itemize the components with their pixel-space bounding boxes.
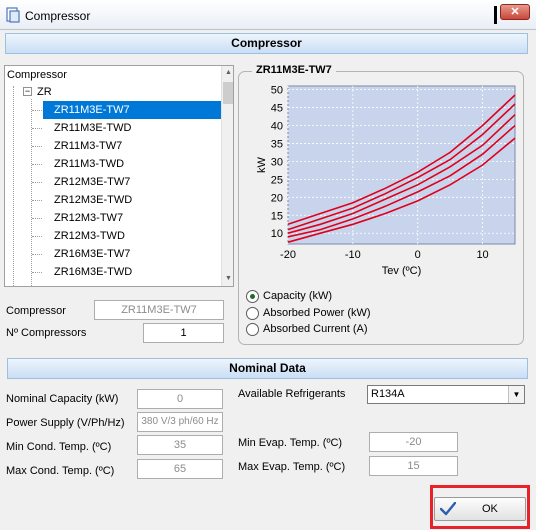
tree-line: [32, 146, 42, 147]
x-tick-label: 10: [476, 249, 488, 261]
refrigerants-label: Available Refrigerants: [238, 388, 346, 400]
tree-line: [32, 128, 42, 129]
chart-group-title: ZR11M3E-TW7: [252, 64, 336, 76]
min-evap-field: -20: [369, 432, 458, 452]
tree-line: [13, 86, 14, 286]
max-evap-label: Max Evap. Temp. (ºC): [238, 461, 346, 473]
tree-item[interactable]: ZR11M3-TW7: [43, 137, 221, 155]
tree-line: [32, 164, 42, 165]
radio-capacity-label[interactable]: Capacity (kW): [263, 290, 332, 302]
tree-item[interactable]: ZR11M3E-TW7: [43, 101, 221, 119]
x-tick-label: -10: [345, 249, 361, 261]
y-tick-label: 10: [271, 228, 283, 240]
x-axis-label: Tev (ºC): [382, 265, 421, 277]
power-supply-label: Power Supply (V/Ph/Hz): [6, 417, 125, 429]
min-cond-label: Min Cond. Temp. (ºC): [6, 441, 112, 453]
compressor-section-header: Compressor: [5, 33, 528, 54]
y-tick-label: 35: [271, 138, 283, 150]
y-axis-label: kW: [256, 156, 268, 173]
radio-circle[interactable]: [246, 323, 259, 336]
y-tick-label: 45: [271, 103, 283, 115]
radio-selected-dot: [250, 294, 255, 299]
tree-root[interactable]: Compressor: [7, 66, 67, 84]
n-compressors-field[interactable]: 1: [143, 323, 224, 343]
tree-item[interactable]: ZR12M3-TWD: [43, 227, 221, 245]
tree-line: [32, 218, 42, 219]
title-bar-marker: [494, 6, 497, 24]
tree-group-zr[interactable]: ZR: [37, 83, 52, 101]
compressor-label: Compressor: [6, 305, 66, 317]
tree-item[interactable]: ZR12M3-TW7: [43, 209, 221, 227]
tree-item[interactable]: ZR12M3E-TW7: [43, 173, 221, 191]
min-cond-field: 35: [137, 435, 223, 455]
plot-area: [287, 85, 516, 245]
y-tick-label: 50: [271, 85, 283, 97]
x-tick-label: -20: [280, 249, 296, 261]
capacity-chart: 10 15 20 25 30 35 40 45 50 -20 -10 0 10 Tev (ºC) kW: [256, 85, 516, 277]
n-compressors-label: Nº Compressors: [6, 327, 87, 339]
collapse-icon[interactable]: −: [23, 87, 32, 96]
y-tick-label: 40: [271, 121, 283, 133]
ok-label: OK: [482, 503, 498, 515]
radio-absorbed-power-label[interactable]: Absorbed Power (kW): [263, 307, 371, 319]
tree-item[interactable]: ZR11M3-TWD: [43, 155, 221, 173]
max-evap-field: 15: [369, 456, 458, 476]
app-icon: [6, 7, 20, 23]
tree-item[interactable]: ZR11M3E-TWD: [43, 119, 221, 137]
close-button[interactable]: ✕: [500, 4, 530, 20]
tree-line: [32, 236, 42, 237]
window-title: Compressor: [25, 9, 91, 23]
compressor-field: ZR11M3E-TW7: [94, 300, 224, 320]
ok-button[interactable]: OK: [434, 497, 526, 521]
y-tick-label: 30: [271, 156, 283, 168]
tree-line: [32, 200, 42, 201]
y-tick-label: 25: [271, 174, 283, 186]
checkmark-icon: [440, 502, 456, 516]
power-supply-field: 380 V/3 ph/60 Hz: [137, 412, 223, 432]
title-bar: Compressor ✕: [0, 0, 536, 30]
max-cond-field: 65: [137, 459, 223, 479]
y-tick-label: 15: [271, 210, 283, 222]
tree-line: [32, 110, 42, 111]
compressor-tree[interactable]: Compressor − ZR ZR11M3E-TW7 ZR11M3E-TWD ZR…: [4, 65, 234, 287]
radio-circle[interactable]: [246, 307, 259, 320]
radio-circle[interactable]: [246, 290, 259, 303]
scroll-thumb[interactable]: [223, 82, 233, 104]
y-tick-label: 20: [271, 192, 283, 204]
radio-absorbed-current-label[interactable]: Absorbed Current (A): [263, 323, 368, 335]
x-tick-label: 0: [415, 249, 421, 261]
tree-item[interactable]: ZR16M3E-TW7: [43, 245, 221, 263]
scroll-up-icon[interactable]: ▲: [222, 66, 233, 80]
refrigerant-select[interactable]: R134A ▼: [367, 385, 525, 404]
tree-line: [32, 272, 42, 273]
refrigerant-value: R134A: [371, 388, 405, 400]
tree-item[interactable]: ZR16M3E-TWD: [43, 263, 221, 281]
max-cond-label: Max Cond. Temp. (ºC): [6, 465, 115, 477]
nominal-section-header: Nominal Data: [7, 358, 528, 379]
scroll-down-icon[interactable]: ▼: [222, 272, 233, 286]
tree-item[interactable]: ZR12M3E-TWD: [43, 191, 221, 209]
tree-line: [32, 182, 42, 183]
min-evap-label: Min Evap. Temp. (ºC): [238, 437, 343, 449]
chevron-down-icon[interactable]: ▼: [508, 386, 524, 403]
nominal-capacity-label: Nominal Capacity (kW): [6, 393, 119, 405]
nominal-capacity-field: 0: [137, 389, 223, 409]
tree-line: [32, 254, 42, 255]
tree-scrollbar[interactable]: ▲ ▼: [221, 66, 233, 286]
